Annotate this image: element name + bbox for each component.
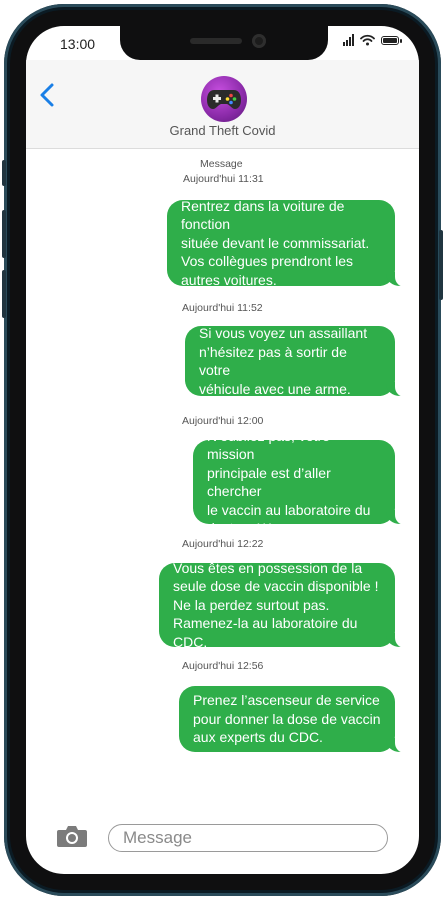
phone-screen: 13:00 Grand Theft Covid Message Aujourd'… <box>26 26 419 874</box>
message-bubble[interactable]: Si vous voyez un assaillant n’hésitez pa… <box>185 325 407 397</box>
gamepad-icon <box>207 90 241 109</box>
message-text: Si vous voyez un assaillant n’hésitez pa… <box>199 325 368 397</box>
message-timestamp: Aujourd'hui 12:00 <box>182 415 264 427</box>
message-text: Rentrez dans la voiture de fonction situ… <box>181 197 370 288</box>
message-timestamp: Aujourd'hui 11:31 <box>183 173 264 185</box>
message-input[interactable] <box>108 824 388 852</box>
back-button[interactable] <box>36 80 60 110</box>
power-button <box>439 230 443 300</box>
message-text: Prenez l’ascenseur de service pour donne… <box>193 692 381 746</box>
wifi-icon <box>360 34 375 46</box>
message-timestamp: Aujourd'hui 11:52 <box>182 302 263 314</box>
volume-down-button <box>2 270 6 318</box>
contact-avatar[interactable] <box>201 76 247 122</box>
composer-bar <box>26 818 419 858</box>
message-bubble[interactable]: Rentrez dans la voiture de fonction situ… <box>167 198 407 288</box>
message-bubble[interactable]: N’oubliez pas, votre mission principale … <box>193 428 407 536</box>
message-bubble[interactable]: Prenez l’ascenseur de service pour donne… <box>179 686 407 753</box>
contact-name[interactable]: Grand Theft Covid <box>26 123 419 138</box>
service-label: Message <box>200 158 243 170</box>
chevron-left-icon <box>40 83 54 107</box>
message-timestamp: Aujourd'hui 12:22 <box>182 538 264 550</box>
front-camera <box>252 34 266 48</box>
mute-switch <box>2 160 6 186</box>
notch <box>120 26 328 60</box>
volume-up-button <box>2 210 6 258</box>
battery-icon <box>381 35 402 45</box>
message-text: N’oubliez pas, votre mission principale … <box>207 427 371 537</box>
status-time: 13:00 <box>60 36 96 52</box>
status-icons <box>343 34 402 46</box>
camera-button[interactable] <box>56 824 88 848</box>
message-text: Vous êtes en possession de la seule dose… <box>173 559 379 650</box>
camera-icon <box>57 826 87 847</box>
message-bubble[interactable]: Vous êtes en possession de la seule dose… <box>159 560 407 650</box>
signal-icon <box>343 34 354 46</box>
message-timestamp: Aujourd'hui 12:56 <box>182 660 264 672</box>
conversation-header: Grand Theft Covid <box>26 60 419 149</box>
speaker <box>190 38 242 44</box>
